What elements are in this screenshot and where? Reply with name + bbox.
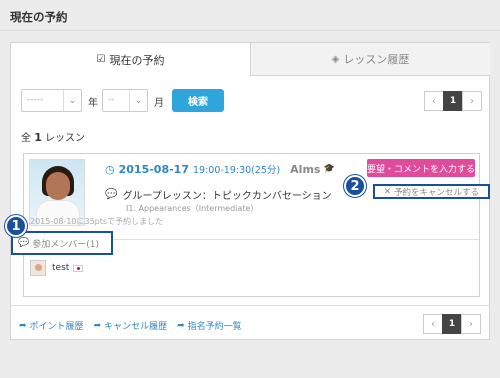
chat-bubble-icon: 💬 [18,238,30,248]
footer-links: ➦ ポイント履歴 ➦ キャンセル履歴 ➦ 指名予約一覧 [19,319,252,333]
count-suffix: レッスン [45,133,86,144]
callout-badge-2: 2 [344,175,366,197]
lesson-material: I1. Appearances（Intermediate） [126,204,259,213]
graduation-cap-icon: 🎓 [323,164,335,174]
chevron-down-icon: ⌄ [129,90,147,111]
avatar [30,260,46,276]
pagination-top: ‹ 1 › [424,91,482,111]
reservation-card: ◷ 2015-08-17 19:00-19:30(25分) Alms 🎓 要望・… [23,153,490,297]
member-item: test [30,260,84,276]
booking-note: 2015-08-10に35ptsで予約しました [30,217,164,226]
month-select[interactable]: -- ⌄ [102,89,148,112]
japan-flag-icon [73,264,84,272]
request-comment-button[interactable]: 要望・コメントを入力する [367,159,475,177]
year-select-value: ----- [27,95,44,105]
tab-label: 現在の予約 [109,53,165,67]
month-select-value: -- [108,95,115,105]
count-value: 1 [34,131,42,144]
point-history-link[interactable]: ➦ ポイント履歴 [19,319,84,333]
member-name: test [52,263,70,273]
lesson-type: 💬 グループレッスン：トピックカンバセーション [105,187,332,202]
chevron-down-icon: ⌄ [63,90,81,111]
cancel-reservation-label: 予約をキャンセルする [394,187,480,198]
cancel-history-label: キャンセル履歴 [104,322,168,332]
cancel-reservation-link[interactable]: ✕ 予約をキャンセルする [373,184,490,199]
month-unit: 月 [154,98,164,109]
lesson-type-label: グループレッスン：トピックカンバセーション [122,191,332,202]
checkbox-icon: ☑ [96,54,106,65]
count-prefix: 全 [21,133,31,144]
layers-icon: ◈ [331,53,340,65]
participant-members-toggle[interactable]: 💬 参加メンバー(1) [11,231,113,255]
page-1-button[interactable]: 1 [442,314,462,334]
close-icon: ✕ [383,186,392,197]
reservations-panel: ☑ 現在の予約 ◈ レッスン履歴 ----- ⌄ 年 -- ⌄ 月 検索 ‹ 1… [10,42,490,340]
year-unit: 年 [88,98,98,109]
next-page-button[interactable]: › [462,91,482,111]
participant-members-label: 参加メンバー(1) [32,239,99,250]
lesson-count: 全 1 レッスン [21,129,85,144]
tab-current-reservations[interactable]: ☑ 現在の予約 [11,43,251,76]
clock-icon: ◷ [105,162,115,176]
named-reservations-label: 指名予約一覧 [187,322,242,332]
arrow-icon: ➦ [93,320,102,331]
point-history-label: ポイント履歴 [29,322,84,332]
reservation-date: 2015-08-17 [118,162,189,176]
callout-badge-1: 1 [5,215,27,237]
tab-label: レッスン履歴 [343,53,410,66]
next-page-button[interactable]: › [461,314,481,334]
teacher-name[interactable]: Alms [290,163,320,176]
reservation-datetime: ◷ 2015-08-17 19:00-19:30(25分) Alms 🎓 [105,162,335,177]
prev-page-button[interactable]: ‹ [424,91,444,111]
search-button[interactable]: 検索 [172,89,224,112]
chat-bubble-icon: 💬 [105,189,118,200]
footer-divider [10,305,490,306]
cancel-history-link[interactable]: ➦ キャンセル履歴 [93,319,168,333]
arrow-icon: ➦ [19,320,27,331]
arrow-icon: ➦ [177,320,185,331]
page-title: 現在の予約 [10,10,68,24]
year-select[interactable]: ----- ⌄ [21,89,82,112]
tab-lesson-history[interactable]: ◈ レッスン履歴 [251,43,490,76]
named-reservations-link[interactable]: ➦ 指名予約一覧 [177,319,242,333]
reservation-time: 19:00-19:30(25分) [192,165,281,176]
pagination-bottom: ‹ 1 › [423,314,481,334]
title-divider [0,30,500,31]
prev-page-button[interactable]: ‹ [423,314,443,334]
page-1-button[interactable]: 1 [443,91,463,111]
